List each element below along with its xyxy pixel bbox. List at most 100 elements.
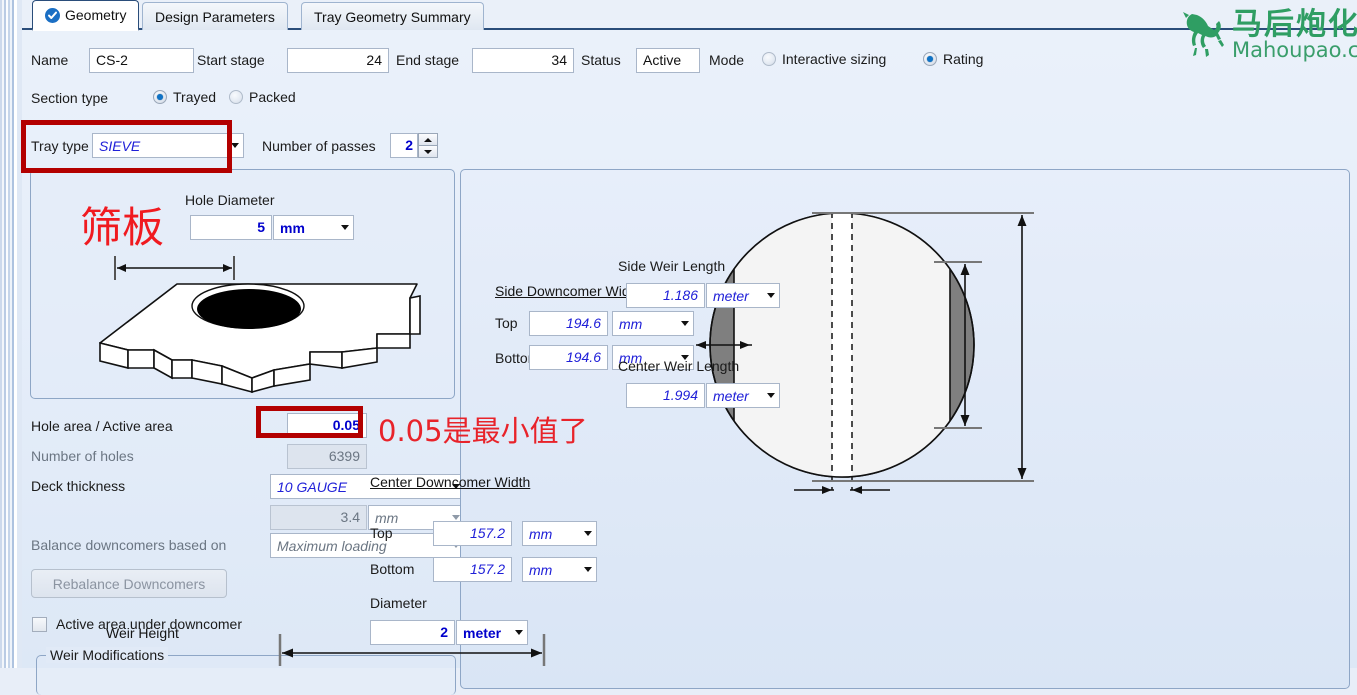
window-left-edge <box>0 0 22 668</box>
center-weir-length-input[interactable]: 1.994 <box>626 383 705 408</box>
center-weir-length-unit-dropdown[interactable]: meter <box>706 383 780 408</box>
radio-packed-label: Packed <box>249 89 296 105</box>
side-downcomer-bottom-value: 194.6 <box>565 349 601 365</box>
radio-trayed[interactable]: Trayed <box>153 89 216 105</box>
center-downcomer-bottom-input[interactable]: 157.2 <box>433 557 512 582</box>
weir-modifications-label: Weir Modifications <box>46 647 169 663</box>
stepper-buttons <box>418 133 438 158</box>
watermark-cn-text: 马后炮化工 <box>1232 6 1357 42</box>
deck-thickness-value-field: 3.4 <box>270 505 367 530</box>
weir-height-label: Weir Height <box>106 625 179 641</box>
radio-dot-interactive-sizing <box>762 52 776 66</box>
check-circle-icon <box>45 7 60 23</box>
diameter-label: Diameter <box>370 595 427 611</box>
tab-design-parameters-label: Design Parameters <box>155 8 275 25</box>
deck-thickness-label: Deck thickness <box>31 478 126 494</box>
hole-active-area-value: 0.05 <box>332 417 360 433</box>
radio-interactive-sizing[interactable]: Interactive sizing <box>762 51 886 67</box>
number-of-passes-label: Number of passes <box>262 138 376 154</box>
side-weir-length-input[interactable]: 1.186 <box>626 283 705 308</box>
center-bottom-label: Bottom <box>370 561 415 577</box>
center-downcomer-top-unit: mm <box>529 525 553 542</box>
center-top-label: Top <box>370 525 393 541</box>
watermark-domain-text: Mahoupao.com <box>1232 38 1357 63</box>
hole-diameter-value: 5 <box>257 219 265 235</box>
center-downcomer-top-value: 157.2 <box>469 525 505 541</box>
side-weir-length-unit-dropdown[interactable]: meter <box>706 283 780 308</box>
side-top-label: Top <box>495 315 518 331</box>
radio-dot-packed <box>229 90 243 104</box>
hole-diameter-input[interactable]: 5 <box>190 215 272 240</box>
side-weir-length-label: Side Weir Length <box>618 258 726 274</box>
center-weir-length-label: Center Weir Length <box>618 358 740 374</box>
end-stage-input[interactable]: 34 <box>472 48 574 73</box>
geometry-form: 马后炮化工 Mahoupao.com Name CS-2 Start stage… <box>22 9 1357 695</box>
status-value: Active <box>643 52 682 68</box>
name-input[interactable]: CS-2 <box>89 48 194 73</box>
stepper-down-icon[interactable] <box>418 145 438 158</box>
number-of-passes-value: 2 <box>390 133 418 158</box>
tab-tray-geometry-summary[interactable]: Tray Geometry Summary <box>301 2 484 30</box>
end-stage-label: End stage <box>396 52 460 68</box>
number-of-passes-stepper[interactable]: 2 <box>390 133 438 158</box>
deck-thickness-value: 3.4 <box>340 509 360 525</box>
tab-design-parameters[interactable]: Design Parameters <box>142 2 288 30</box>
rebalance-downcomers-button[interactable]: Rebalance Downcomers <box>31 569 227 598</box>
status-label: Status <box>581 52 621 68</box>
checkbox-box-icon <box>32 616 47 632</box>
annotation-min-value-note: 0.05是最小值了 <box>378 414 588 448</box>
radio-trayed-label: Trayed <box>173 89 217 105</box>
side-downcomer-bottom-input[interactable]: 194.6 <box>529 345 608 370</box>
chevron-down-icon <box>579 531 596 536</box>
column-cross-section-diagram <box>682 190 1082 523</box>
watermark-logo: 马后炮化工 Mahoupao.com <box>1182 8 1357 63</box>
chevron-down-icon <box>762 293 779 298</box>
hole-diameter-unit-dropdown[interactable]: mm <box>273 215 354 240</box>
tray-type-value: SIEVE <box>99 137 141 154</box>
radio-rating[interactable]: Rating <box>923 51 983 67</box>
center-weir-length-value: 1.994 <box>662 387 698 403</box>
name-label: Name <box>31 52 69 68</box>
hole-diameter-unit: mm <box>280 219 305 236</box>
hole-active-area-label: Hole area / Active area <box>31 418 173 434</box>
name-input-value: CS-2 <box>96 52 128 68</box>
status-field: Active <box>636 48 700 73</box>
chevron-down-icon <box>336 225 353 230</box>
tray-type-label: Tray type <box>31 138 89 154</box>
center-downcomer-bottom-value: 157.2 <box>469 561 505 577</box>
start-stage-input[interactable]: 24 <box>287 48 389 73</box>
side-downcomer-top-unit-dropdown[interactable]: mm <box>612 311 694 336</box>
application-window: Geometry Design Parameters Tray Geometry… <box>0 0 1357 695</box>
tab-bar: Geometry Design Parameters Tray Geometry… <box>22 0 1357 31</box>
chevron-down-icon <box>676 321 693 326</box>
tab-tray-geometry-summary-label: Tray Geometry Summary <box>314 8 471 25</box>
center-downcomer-bottom-unit-dropdown[interactable]: mm <box>522 557 597 582</box>
chevron-down-icon <box>226 143 243 148</box>
side-weir-length-value: 1.186 <box>662 287 698 303</box>
tray-type-dropdown[interactable]: SIEVE <box>92 133 244 158</box>
center-downcomer-top-input[interactable]: 157.2 <box>433 521 512 546</box>
sieve-tray-illustration <box>62 248 452 396</box>
chevron-down-icon <box>762 393 779 398</box>
number-of-holes-field: 6399 <box>287 444 367 469</box>
hole-active-area-input[interactable]: 0.05 <box>287 413 367 438</box>
start-stage-value: 24 <box>366 52 382 68</box>
side-downcomer-width-caption: Side Downcomer Width <box>495 283 642 299</box>
balance-downcomers-value: Maximum loading <box>277 537 387 554</box>
radio-dot-rating <box>923 52 937 66</box>
stepper-up-icon[interactable] <box>418 133 438 145</box>
side-downcomer-top-value: 194.6 <box>565 315 601 331</box>
side-downcomer-top-input[interactable]: 194.6 <box>529 311 608 336</box>
mode-label: Mode <box>709 52 745 68</box>
center-downcomer-top-unit-dropdown[interactable]: mm <box>522 521 597 546</box>
horse-logo-icon <box>1182 8 1230 63</box>
annotation-sieve-cn: 筛板 <box>80 203 165 252</box>
hole-diameter-label: Hole Diameter <box>185 192 275 208</box>
number-of-holes-value: 6399 <box>328 448 360 464</box>
balance-downcomers-label: Balance downcomers based on <box>31 537 227 553</box>
tab-geometry[interactable]: Geometry <box>32 0 140 31</box>
chevron-down-icon <box>579 567 596 572</box>
radio-packed[interactable]: Packed <box>229 89 296 105</box>
center-downcomer-bottom-unit: mm <box>529 561 553 578</box>
radio-dot-trayed <box>153 90 167 104</box>
